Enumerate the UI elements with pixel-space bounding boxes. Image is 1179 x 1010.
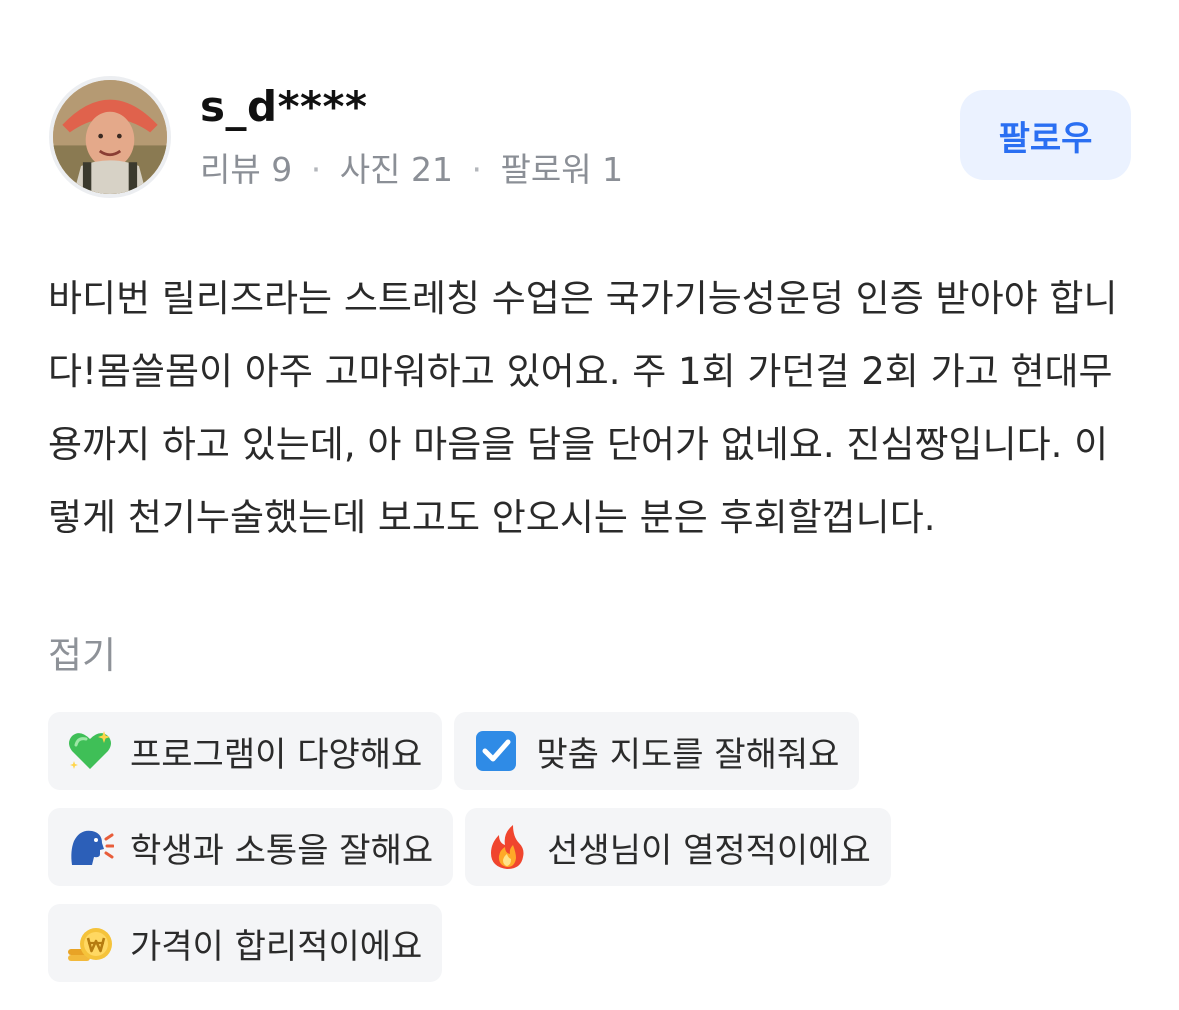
review-text: 바디번 릴리즈라는 스트레칭 수업은 국가기능성운덩 인증 받아야 합니다!몸쓸…: [48, 277, 1118, 539]
username[interactable]: s_d****: [200, 82, 367, 132]
collapse-button[interactable]: 접기: [48, 628, 116, 684]
separator: ·: [310, 150, 322, 189]
review-count-label: 리뷰: [200, 150, 261, 189]
profile-stats: 리뷰 9 · 사진 21 · 팔로워 1: [200, 148, 623, 192]
keyword-chip: 선생님이 열정적이에요: [465, 808, 891, 886]
keyword-label: 가격이 합리적이에요: [130, 926, 423, 967]
fire-icon: [483, 823, 531, 871]
separator: ·: [471, 150, 482, 189]
keyword-chip: 프로그램이 다양해요: [48, 712, 443, 790]
won-coin-icon: [66, 919, 114, 967]
keyword-label: 선생님이 열정적이에요: [547, 830, 871, 871]
green-heart-icon: [66, 727, 114, 775]
avatar-photo: [53, 80, 167, 194]
photo-count: 21: [410, 150, 453, 189]
keyword-chip: 맞춤 지도를 잘해줘요: [454, 712, 860, 790]
keyword-chip: 가격이 합리적이에요: [48, 904, 443, 982]
keyword-label: 맞춤 지도를 잘해줘요: [536, 734, 840, 775]
review-count: 9: [271, 150, 293, 189]
photo-count-label: 사진: [339, 150, 401, 189]
keyword-chip: 학생과 소통을 잘해요: [48, 808, 454, 886]
check-box-icon: [472, 727, 520, 775]
follower-count-label: 팔로워: [500, 150, 592, 189]
keyword-list: 프로그램이 다양해요 맞춤 지도를 잘해줘요 학생과 소통을 잘해요 선생님이 …: [48, 712, 1138, 982]
avatar[interactable]: [49, 76, 171, 198]
follower-count: 1: [602, 150, 624, 189]
follow-button[interactable]: 팔로우: [960, 90, 1131, 180]
keyword-label: 프로그램이 다양해요: [130, 734, 423, 775]
review-card: s_d**** 리뷰 9 · 사진 21 · 팔로워 1 팔로우 바디번 릴리즈…: [0, 0, 1179, 1010]
speaking-head-icon: [66, 823, 114, 871]
keyword-label: 학생과 소통을 잘해요: [130, 830, 434, 871]
